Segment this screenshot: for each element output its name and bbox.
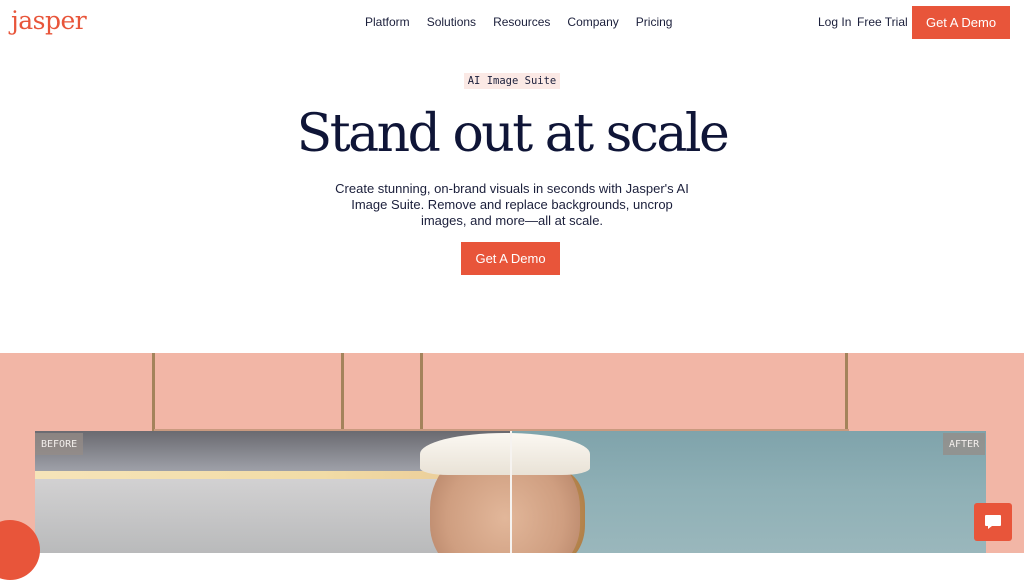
subject-visor (420, 433, 590, 475)
nav-company[interactable]: Company (567, 15, 618, 29)
site-header: jasper Platform Solutions Resources Comp… (0, 0, 1024, 44)
nav-pricing[interactable]: Pricing (636, 15, 673, 29)
frame-post (845, 353, 848, 431)
main-nav: Platform Solutions Resources Company Pri… (365, 15, 672, 29)
eyebrow-text: AI Image Suite (463, 73, 561, 89)
nav-platform[interactable]: Platform (365, 15, 410, 29)
nav-resources[interactable]: Resources (493, 15, 550, 29)
frame-post (420, 353, 423, 431)
comparison-slider-handle[interactable] (510, 431, 512, 553)
hero-subcopy: Create stunning, on-brand visuals in sec… (335, 181, 689, 228)
hero-get-demo-button[interactable]: Get A Demo (461, 242, 560, 275)
free-trial-link[interactable]: Free Trial (857, 15, 908, 29)
after-label: AFTER (943, 433, 986, 455)
page-headline: Stand out at scale (296, 104, 730, 164)
before-after-comparison[interactable] (35, 431, 986, 553)
chat-launcher-button[interactable] (974, 503, 1012, 541)
nav-solutions[interactable]: Solutions (427, 15, 476, 29)
chat-bubble-icon (985, 515, 1001, 529)
jasper-logo[interactable]: jasper (11, 6, 87, 35)
eyebrow-tag: AI Image Suite (0, 71, 1024, 89)
frame-post (152, 353, 155, 431)
before-label: BEFORE (35, 433, 84, 455)
login-link[interactable]: Log In (818, 15, 851, 29)
image-showcase: BEFORE AFTER (0, 353, 1024, 553)
header-get-demo-button[interactable]: Get A Demo (912, 6, 1010, 39)
frame-post (341, 353, 344, 431)
